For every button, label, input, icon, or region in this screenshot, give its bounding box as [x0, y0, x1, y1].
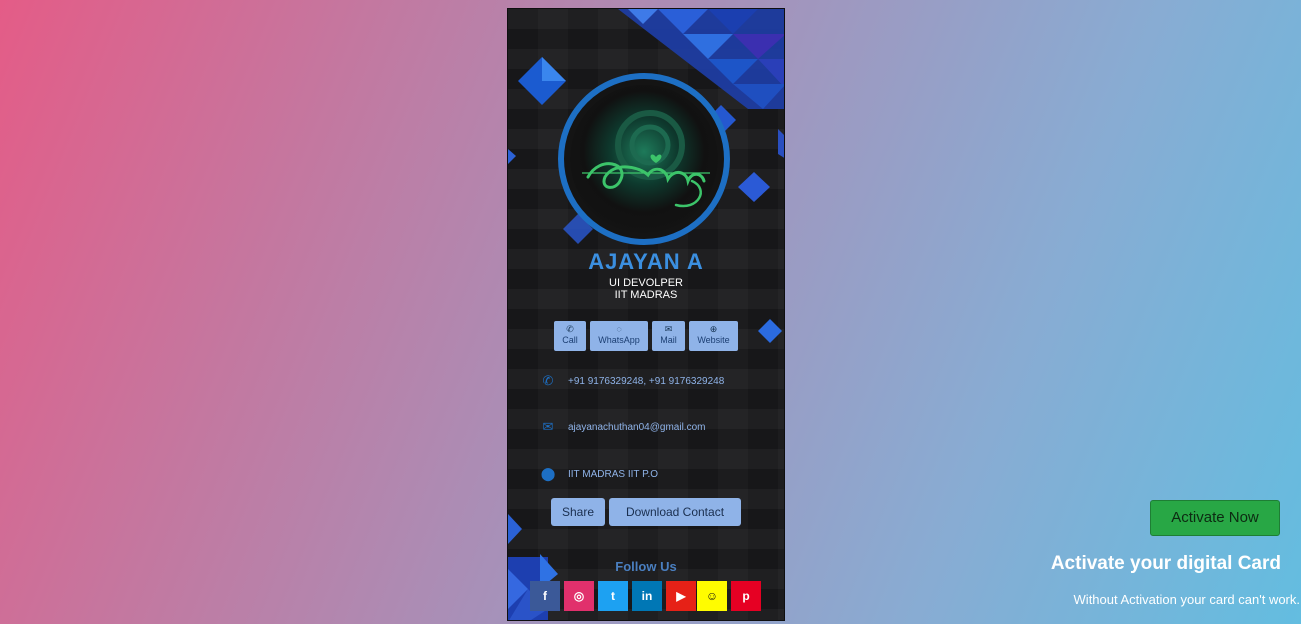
mail-button[interactable]: ✉ Mail	[652, 321, 685, 351]
pinterest-icon[interactable]: p	[731, 581, 761, 611]
mail-icon: ✉	[664, 324, 673, 334]
mail-icon: ✉	[542, 419, 554, 435]
website-label: Website	[697, 335, 730, 345]
linkedin-icon[interactable]: in	[632, 581, 662, 611]
person-organization: IIT MADRAS	[614, 289, 678, 301]
twitter-icon[interactable]: t	[598, 581, 628, 611]
location-pin-icon: ⬤	[540, 466, 556, 482]
profile-avatar	[558, 73, 730, 245]
share-button[interactable]: Share	[551, 498, 605, 526]
call-button[interactable]: ✆ Call	[554, 321, 586, 351]
person-role: UI DEVOLPER	[609, 277, 683, 289]
activate-subtitle: Without Activation your card can't work.	[1073, 592, 1300, 607]
instagram-icon[interactable]: ◎	[564, 581, 594, 611]
youtube-icon[interactable]: ▶	[666, 581, 696, 611]
phone-icon: ✆	[566, 324, 574, 334]
website-button[interactable]: ⊕ Website	[689, 321, 738, 351]
whatsapp-icon: ◌	[616, 324, 622, 334]
phone-row[interactable]: ✆ +91 9176329248, +91 9176329248	[538, 371, 725, 391]
follow-us-heading: Follow Us	[615, 559, 677, 574]
snapchat-icon[interactable]: ☺	[697, 581, 727, 611]
download-contact-button[interactable]: Download Contact	[609, 498, 741, 526]
phone-text: +91 9176329248, +91 9176329248	[568, 375, 725, 387]
whatsapp-label: WhatsApp	[598, 335, 640, 345]
whatsapp-button[interactable]: ◌ WhatsApp	[590, 321, 648, 351]
address-text: IIT MADRAS IIT P.O	[568, 468, 659, 480]
facebook-icon[interactable]: f	[530, 581, 560, 611]
globe-icon: ⊕	[709, 324, 718, 334]
activate-title: Activate your digital Card	[1050, 553, 1281, 574]
signature-logo	[582, 110, 710, 208]
mail-label: Mail	[660, 335, 677, 345]
person-name: AJAYAN A	[588, 249, 704, 274]
email-text: ajayanachuthan04@gmail.com	[568, 421, 706, 433]
phone-icon: ✆	[542, 373, 554, 389]
address-row: ⬤ IIT MADRAS IIT P.O	[538, 464, 658, 484]
email-row[interactable]: ✉ ajayanachuthan04@gmail.com	[538, 417, 706, 437]
call-label: Call	[562, 335, 578, 345]
logo-image	[570, 85, 718, 233]
activate-now-button[interactable]: Activate Now	[1150, 500, 1280, 536]
business-card: AJAYAN A UI DEVOLPER IIT MADRAS ✆ Call ◌…	[507, 8, 785, 621]
